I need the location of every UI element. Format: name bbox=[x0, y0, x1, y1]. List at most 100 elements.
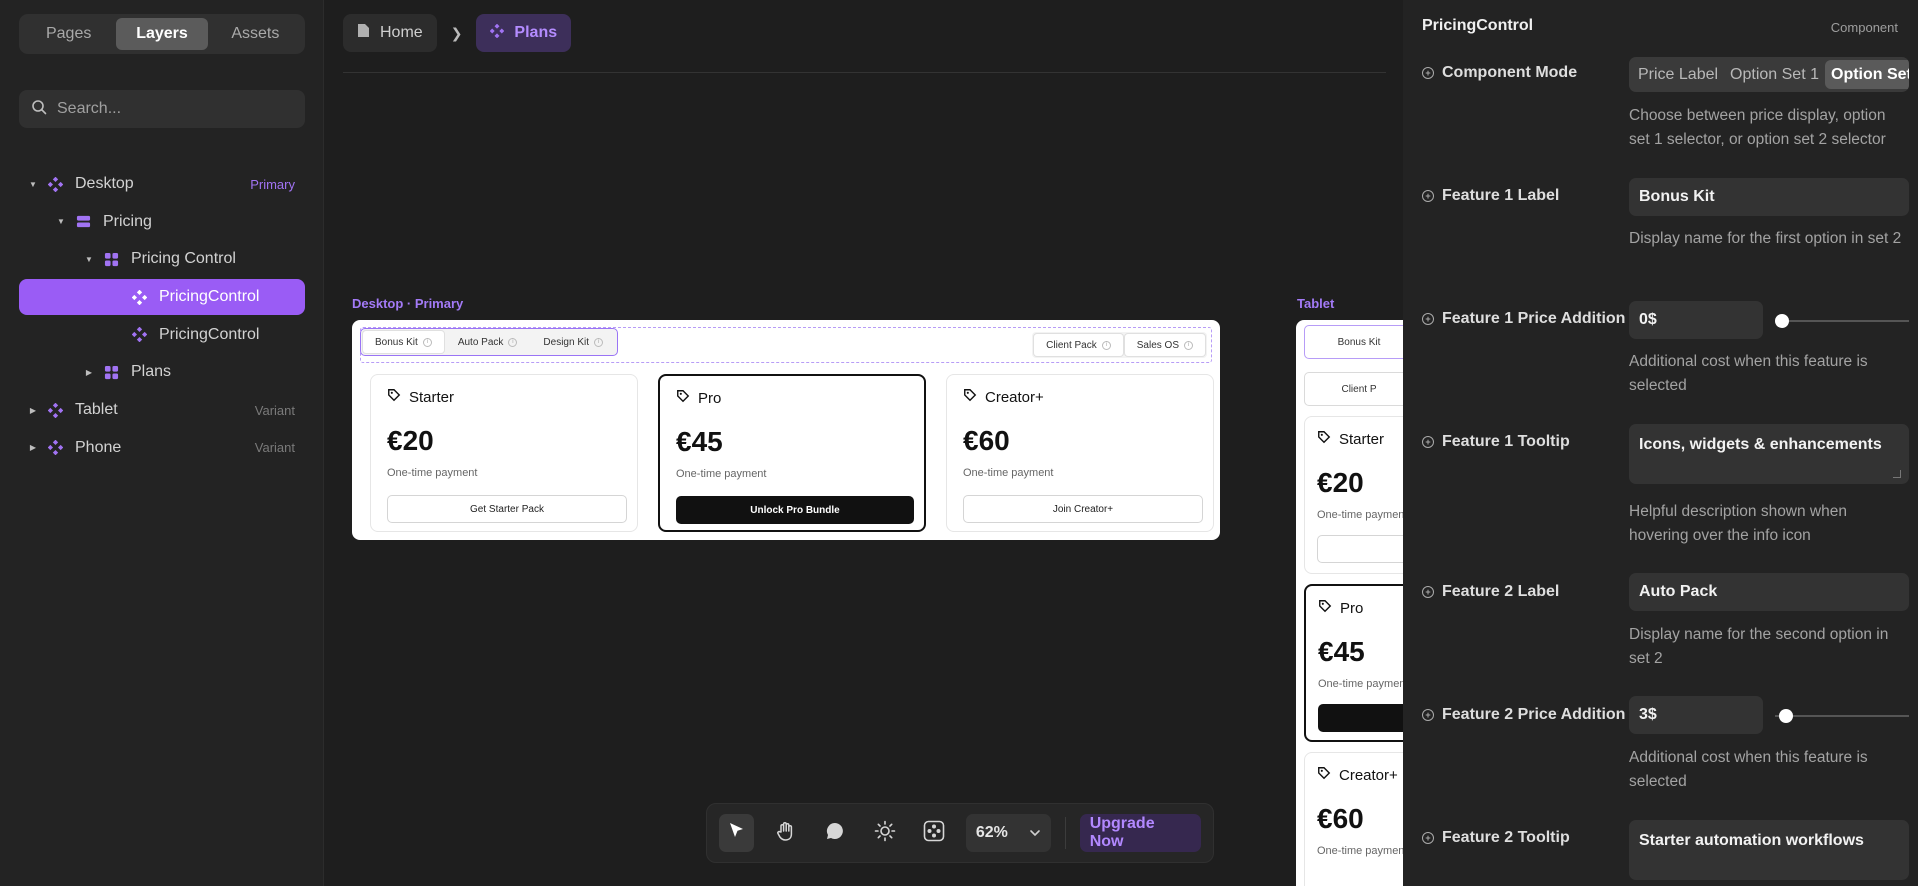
layer-tree: ▼ Desktop Primary ▼ Pricing ▼ Pricing Co… bbox=[19, 166, 305, 468]
option-pill[interactable]: Auto Pack i bbox=[446, 331, 530, 353]
plus-circle-icon[interactable]: + bbox=[1422, 190, 1434, 202]
textarea-value: Starter automation workflows bbox=[1639, 832, 1864, 849]
feature-1-label-input[interactable]: Bonus Kit bbox=[1629, 178, 1909, 216]
component-icon bbox=[490, 23, 505, 43]
card-price: €60 bbox=[1317, 803, 1364, 834]
card-button[interactable] bbox=[1318, 704, 1406, 732]
info-icon: i bbox=[422, 337, 432, 347]
feature-2-price-input[interactable]: 3$ bbox=[1629, 696, 1763, 734]
card-subtitle: One-time paymen bbox=[1317, 845, 1405, 857]
prop-label-f2-price: + Feature 2 Price Addition bbox=[1422, 706, 1625, 724]
layer-phone[interactable]: ▶ Phone Variant bbox=[19, 430, 305, 466]
prop-label-f1-price: + Feature 1 Price Addition bbox=[1422, 310, 1625, 328]
option-pill[interactable]: Bonus Kit bbox=[1304, 325, 1406, 359]
frame-label-desktop[interactable]: Desktop · Primary bbox=[352, 296, 463, 311]
canvas-toolbar: 62% Upgrade Now bbox=[706, 803, 1214, 863]
caret-right-icon[interactable]: ▶ bbox=[83, 366, 95, 378]
card-button[interactable]: Get Starter Pack bbox=[387, 495, 627, 523]
theme-tool[interactable] bbox=[867, 814, 902, 852]
layer-pricingcontrol-selected[interactable]: PricingControl bbox=[19, 279, 305, 316]
pricing-card-creator[interactable]: Creator+ €60 One-time paymen bbox=[1304, 752, 1406, 886]
card-button[interactable]: Join Creator+ bbox=[963, 495, 1203, 523]
zoom-select[interactable]: 62% bbox=[965, 814, 1051, 852]
layer-pricingcontrol[interactable]: PricingControl bbox=[19, 317, 305, 353]
tablet-frame[interactable]: Bonus Kit Client P Starter €20 One-time … bbox=[1296, 320, 1406, 886]
hand-tool[interactable] bbox=[768, 814, 803, 852]
chevron-right-icon: ❯ bbox=[450, 24, 463, 41]
layer-plans[interactable]: ▶ Plans bbox=[19, 354, 305, 390]
breadcrumb: Home ❯ Plans bbox=[343, 14, 572, 52]
feature-2-price-slider[interactable] bbox=[1775, 709, 1909, 723]
tag-icon bbox=[387, 388, 401, 406]
option-pill[interactable]: Design Kit i bbox=[531, 331, 615, 353]
option-pill[interactable]: Client P bbox=[1304, 372, 1406, 406]
plus-circle-icon[interactable]: + bbox=[1422, 709, 1434, 721]
pricing-card-creator[interactable]: Creator+ €60 One-time payment Join Creat… bbox=[946, 374, 1214, 532]
breadcrumb-plans[interactable]: Plans bbox=[476, 14, 572, 52]
card-button[interactable]: Unlock Pro Bundle bbox=[676, 496, 914, 524]
plus-circle-icon[interactable]: + bbox=[1422, 586, 1434, 598]
layer-search bbox=[19, 90, 305, 128]
resize-handle-icon[interactable] bbox=[1893, 470, 1901, 478]
feature-2-label-input[interactable]: Auto Pack bbox=[1629, 573, 1909, 611]
tab-pages[interactable]: Pages bbox=[23, 18, 114, 50]
select-tool[interactable] bbox=[719, 814, 755, 852]
layer-pricing-control[interactable]: ▼ Pricing Control bbox=[19, 241, 305, 277]
plus-circle-icon[interactable]: + bbox=[1422, 436, 1434, 448]
mode-option-set-1[interactable]: Option Set 1 bbox=[1724, 60, 1825, 89]
tab-layers[interactable]: Layers bbox=[116, 18, 208, 50]
layer-label: Desktop bbox=[75, 175, 134, 192]
caret-right-icon[interactable]: ▶ bbox=[27, 404, 39, 416]
slider-knob[interactable] bbox=[1778, 709, 1793, 723]
card-subtitle: One-time payment bbox=[387, 467, 478, 479]
properties-panel: PricingControl Component + Component Mode… bbox=[1403, 0, 1918, 886]
card-subtitle: One-time payment bbox=[676, 468, 767, 480]
mode-option-price-label[interactable]: Price Label bbox=[1632, 60, 1724, 89]
caret-down-icon[interactable]: ▼ bbox=[27, 178, 39, 190]
components-tool[interactable] bbox=[917, 814, 952, 852]
feature-1-tooltip-textarea[interactable]: Icons, widgets & enhancements bbox=[1629, 424, 1909, 484]
option-pill[interactable]: Sales OS i bbox=[1124, 334, 1205, 356]
card-price: €60 bbox=[963, 425, 1010, 456]
tag-icon bbox=[1318, 599, 1332, 617]
layer-desktop[interactable]: ▼ Desktop Primary bbox=[19, 166, 305, 202]
option-pill[interactable]: Bonus Kit i bbox=[363, 331, 444, 353]
info-icon: i bbox=[1101, 340, 1111, 350]
pricing-card-starter[interactable]: Starter €20 One-time payment Get Starter… bbox=[370, 374, 638, 532]
option-pill[interactable]: Client Pack i bbox=[1034, 334, 1123, 356]
desktop-frame[interactable]: Bonus Kit i Auto Pack i Design Kit i Client… bbox=[352, 320, 1220, 540]
comment-tool[interactable] bbox=[818, 814, 853, 852]
caret-down-icon[interactable]: ▼ bbox=[55, 216, 67, 228]
upgrade-button[interactable]: Upgrade Now bbox=[1079, 814, 1202, 852]
card-title: Creator+ bbox=[985, 388, 1044, 406]
search-icon bbox=[31, 99, 47, 120]
search-input[interactable] bbox=[57, 100, 277, 118]
frame-label-tablet[interactable]: Tablet bbox=[1297, 296, 1334, 311]
pricing-card-pro[interactable]: Pro €45 One-time payment Unlock Pro Bund… bbox=[658, 374, 926, 532]
prop-help: Display name for the second option in se… bbox=[1629, 626, 1889, 667]
feature-2-tooltip-textarea[interactable]: Starter automation workflows bbox=[1629, 820, 1909, 880]
pricing-card-pro[interactable]: Pro €45 One-time paymen bbox=[1304, 584, 1406, 742]
caret-down-icon[interactable]: ▼ bbox=[83, 253, 95, 265]
plus-circle-icon[interactable]: + bbox=[1422, 67, 1434, 79]
component-icon bbox=[47, 440, 63, 456]
mode-option-set-2[interactable]: Option Set 2 bbox=[1825, 60, 1909, 89]
chevron-down-icon bbox=[1029, 824, 1041, 842]
grid-icon bbox=[103, 364, 119, 380]
tab-assets[interactable]: Assets bbox=[210, 18, 301, 50]
plus-circle-icon[interactable]: + bbox=[1422, 313, 1434, 325]
hand-icon bbox=[775, 820, 797, 847]
feature-1-price-slider[interactable] bbox=[1775, 314, 1909, 328]
layer-tablet[interactable]: ▶ Tablet Variant bbox=[19, 392, 305, 428]
feature-1-price-input[interactable]: 0$ bbox=[1629, 301, 1763, 339]
caret-right-icon[interactable]: ▶ bbox=[27, 442, 39, 454]
pricing-card-starter[interactable]: Starter €20 One-time paymen bbox=[1304, 416, 1406, 574]
component-icon bbox=[47, 402, 63, 418]
slider-knob[interactable] bbox=[1775, 314, 1789, 328]
option-set-bar: Bonus Kit i Auto Pack i Design Kit i Client… bbox=[360, 327, 1212, 363]
card-button[interactable] bbox=[1317, 535, 1406, 563]
layer-pricing[interactable]: ▼ Pricing bbox=[19, 204, 305, 240]
breadcrumb-home[interactable]: Home bbox=[343, 14, 437, 52]
layer-label: Phone bbox=[75, 438, 122, 456]
plus-circle-icon[interactable]: + bbox=[1422, 832, 1434, 844]
